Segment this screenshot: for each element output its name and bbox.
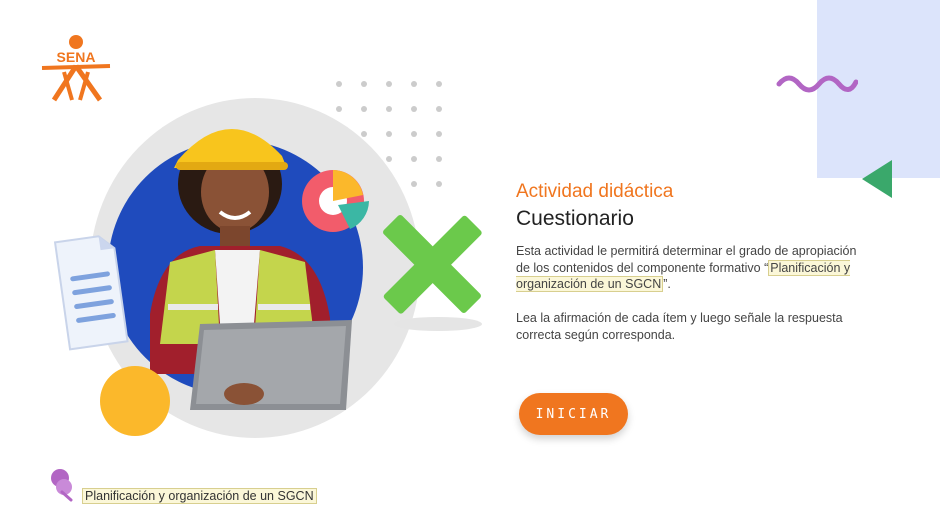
- worker-illustration: [150, 128, 352, 410]
- guidance-paragraph: Lea la afirmación de cada ítem y luego s…: [516, 311, 843, 342]
- document-icon: [53, 235, 129, 351]
- x-mark-icon: [383, 215, 482, 331]
- instructions-suffix: ”.: [663, 277, 671, 291]
- page-title: Cuestionario: [516, 207, 634, 230]
- yellow-circle-decoration: [100, 366, 170, 436]
- start-button[interactable]: INICIAR: [519, 393, 628, 435]
- activity-subtitle: Actividad didáctica: [516, 181, 674, 202]
- logo-text: SENA: [57, 49, 96, 65]
- sena-logo-icon: SENA: [41, 35, 111, 102]
- squiggle-decoration-icon: [776, 75, 858, 93]
- triangle-decoration-icon: [862, 160, 892, 198]
- footer-course-name: Planificación y organización de un SGCN: [82, 488, 317, 504]
- instructions-paragraph: Esta actividad le permitirá determinar e…: [516, 243, 861, 293]
- pie-chart-icon: [302, 170, 369, 232]
- pin-icon: [51, 469, 73, 502]
